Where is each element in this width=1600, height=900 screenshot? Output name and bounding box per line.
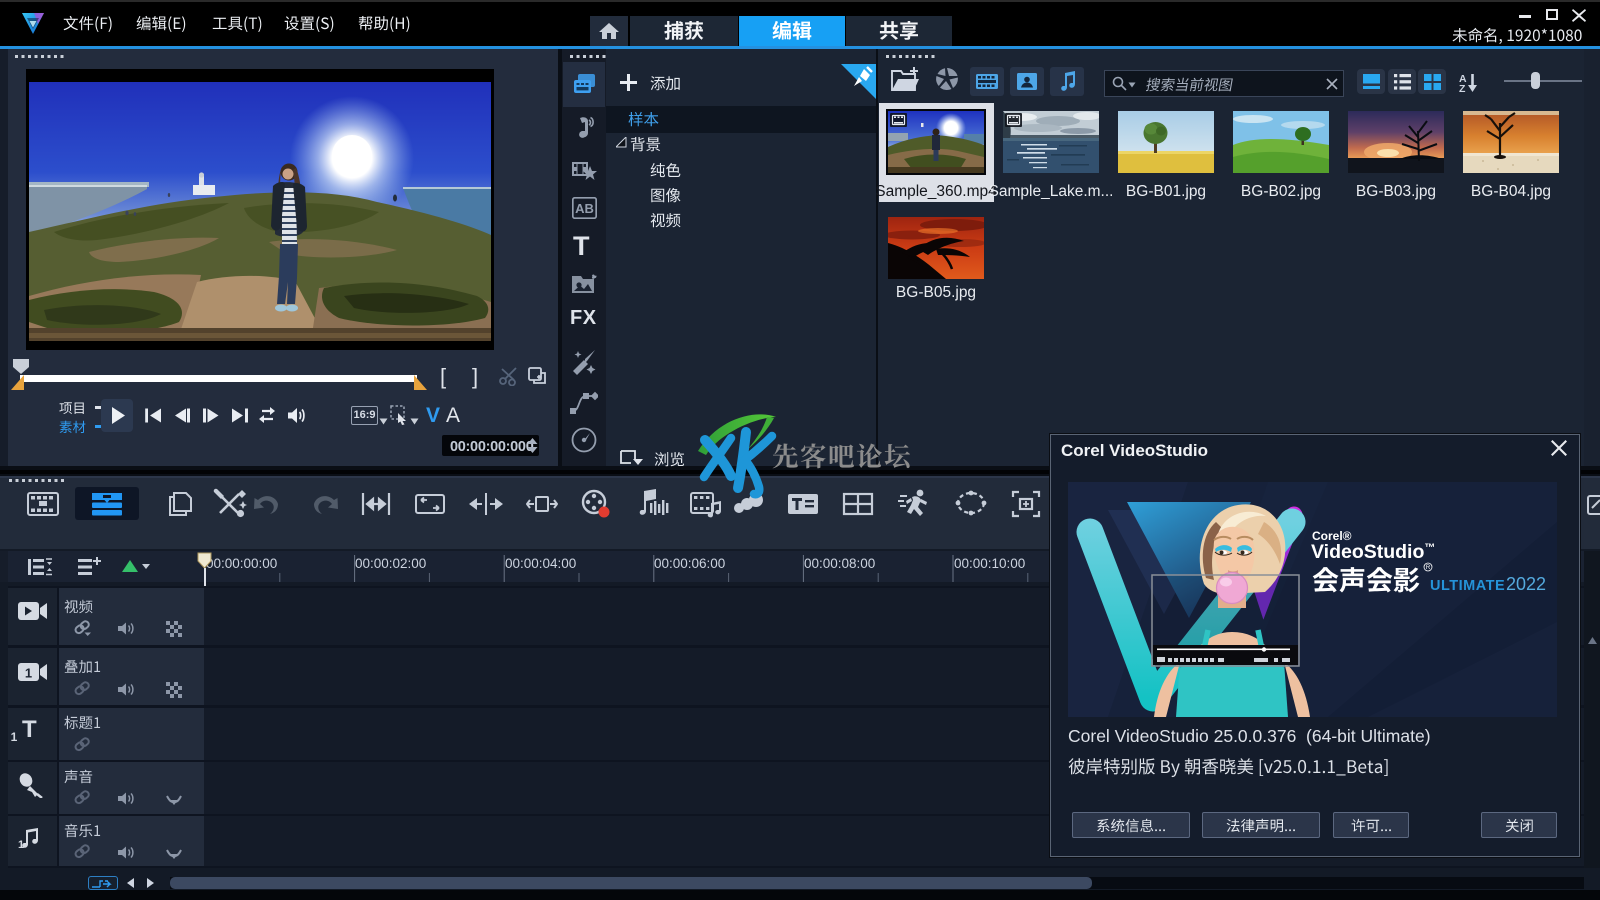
svg-text:AB: AB (575, 201, 594, 216)
svg-text:ULTIMATE: ULTIMATE (1430, 578, 1505, 594)
svg-text:Z: Z (1459, 83, 1466, 93)
svg-text:1: 1 (18, 839, 24, 851)
svg-text:R: R (1426, 565, 1431, 571)
svg-text:2022: 2022 (1506, 574, 1546, 594)
svg-text:1: 1 (25, 666, 32, 681)
